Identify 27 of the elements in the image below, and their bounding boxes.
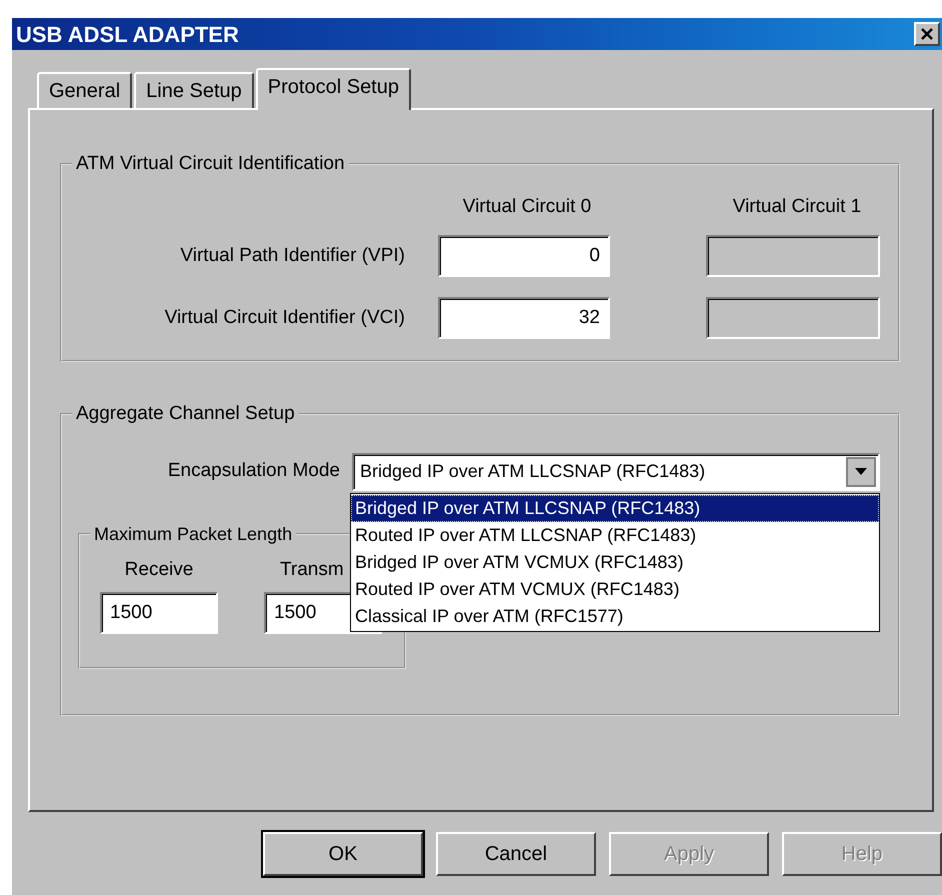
tab[interactable]: Line Setup [134, 72, 254, 108]
field-label: Virtual Path Identifier (VPI) [179, 244, 405, 268]
tab[interactable]: Protocol Setup [256, 68, 411, 110]
field-label: Encapsulation Mode [166, 459, 340, 484]
column-header: Virtual Circuit 1 [732, 194, 862, 218]
column-header: Virtual Circuit 0 [462, 194, 592, 218]
group-title: ATM Virtual Circuit Identification [76, 153, 345, 174]
group-title: Aggregate Channel Setup [76, 403, 295, 424]
window-title: USB ADSL ADAPTER [16, 20, 239, 48]
close-icon [920, 27, 934, 41]
dialog-button[interactable]: Cancel [436, 832, 596, 876]
dropdown-option[interactable]: Bridged IP over ATM LLCSNAP (RFC1483) [351, 494, 879, 522]
dropdown-button[interactable] [846, 456, 876, 486]
input-field[interactable]: 32 [438, 297, 610, 339]
dialog-button[interactable]: OK [263, 832, 423, 876]
field-label: Receive [124, 558, 194, 582]
tab[interactable]: General [37, 72, 132, 108]
field-label: Virtual Circuit Identifier (VCI) [164, 306, 405, 330]
input-field[interactable]: 0 [438, 235, 610, 277]
close-button[interactable] [914, 22, 940, 46]
input-field[interactable]: 1500 [100, 592, 218, 634]
dropdown-option[interactable]: Routed IP over ATM LLCSNAP (RFC1483) [351, 522, 879, 548]
field-label: Transm [279, 558, 344, 582]
dropdown[interactable]: Bridged IP over ATM LLCSNAP (RFC1483) [352, 452, 880, 490]
caret-icon [855, 468, 867, 476]
dropdown-option[interactable]: Bridged IP over ATM VCMUX (RFC1483) [351, 548, 879, 576]
group-title: Maximum Packet Length [94, 524, 292, 544]
